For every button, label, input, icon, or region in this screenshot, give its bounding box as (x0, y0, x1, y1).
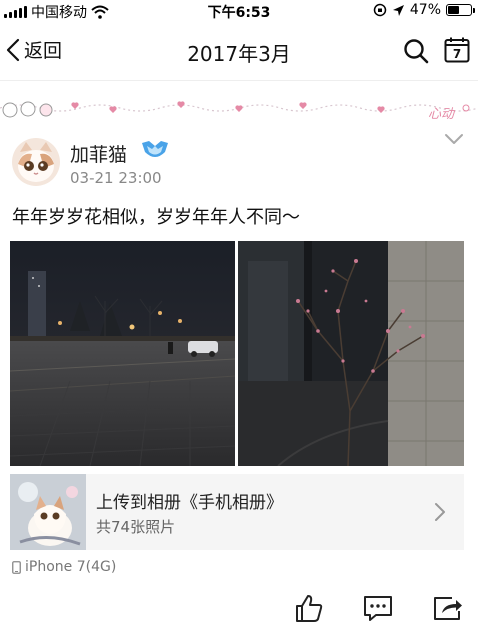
cat-avatar-image (12, 138, 60, 186)
device-source: iPhone 7(4G) (12, 559, 116, 575)
username[interactable]: 加菲猫 (70, 140, 127, 167)
avatar[interactable] (12, 138, 60, 186)
album-thumbnail (10, 474, 86, 550)
status-right: 47% (373, 2, 475, 18)
album-cover-image (10, 474, 86, 550)
phone-icon (12, 560, 21, 574)
calendar-icon: 7 (444, 37, 470, 63)
search-icon[interactable] (402, 37, 430, 65)
blossom-tree-photo (238, 241, 464, 466)
status-bar: 中国移动 下午6:53 47% (0, 0, 478, 22)
chevron-right-icon (435, 503, 445, 521)
post-photo-1[interactable] (10, 241, 235, 466)
nav-bar: 返回 2017年3月 7 (0, 22, 478, 81)
post-photo-2[interactable] (238, 241, 464, 466)
post-timestamp: 03-21 23:00 (70, 169, 162, 187)
calendar-button[interactable]: 7 (444, 37, 470, 63)
battery-icon (446, 4, 475, 16)
comment-icon[interactable] (362, 594, 394, 622)
night-plaza-photo (10, 241, 235, 466)
decorative-banner: 心动 (0, 101, 478, 122)
battery-level-fill (448, 6, 460, 14)
like-icon[interactable] (294, 593, 324, 623)
heart-decorations (71, 101, 385, 113)
cartoon-characters-decoration (2, 101, 53, 118)
orientation-lock-icon (373, 3, 387, 17)
album-photo-count: 共74张照片 (96, 518, 176, 536)
location-arrow-icon (392, 4, 404, 16)
calendar-day: 7 (453, 47, 461, 61)
battery-percent: 47% (409, 2, 441, 18)
decoration-text: 心动 (428, 107, 456, 122)
vip-badge-icon (142, 141, 168, 157)
device-label: iPhone 7(4G) (25, 559, 117, 575)
post-text: 年年岁岁花相似，岁岁年年人不同～ (12, 207, 300, 228)
share-icon[interactable] (432, 594, 464, 622)
album-title: 上传到相册《手机相册》 (96, 493, 283, 513)
chevron-down-icon[interactable] (444, 132, 464, 146)
album-card[interactable]: 上传到相册《手机相册》 共74张照片 (10, 474, 464, 550)
